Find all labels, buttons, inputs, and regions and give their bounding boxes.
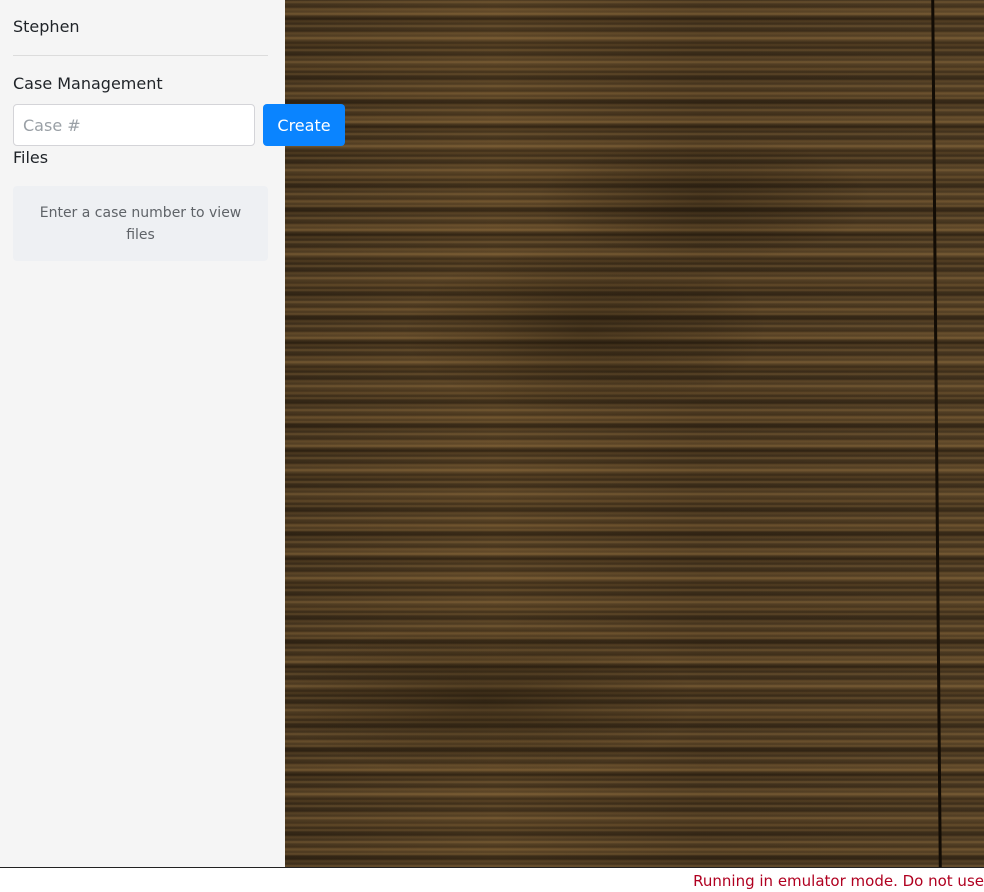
case-number-input[interactable] [13,104,255,146]
image-viewer[interactable] [285,0,984,867]
app-root: Stephen Case Management Files Enter a ca… [0,0,984,892]
sidebar: Stephen Case Management Files Enter a ca… [0,0,285,867]
files-title: Files [13,148,49,167]
create-case-button[interactable]: Create [263,104,345,146]
sidebar-divider [13,55,268,56]
user-name: Stephen [13,17,80,36]
case-management-title: Case Management [13,74,163,93]
emulator-warning: Running in emulator mode. Do not use [693,872,984,890]
files-empty-message: Enter a case number to view files [39,205,242,243]
files-empty-state: Enter a case number to view files [13,186,268,261]
viewer-image-texture [285,0,984,867]
status-bar: Running in emulator mode. Do not use [0,867,984,892]
